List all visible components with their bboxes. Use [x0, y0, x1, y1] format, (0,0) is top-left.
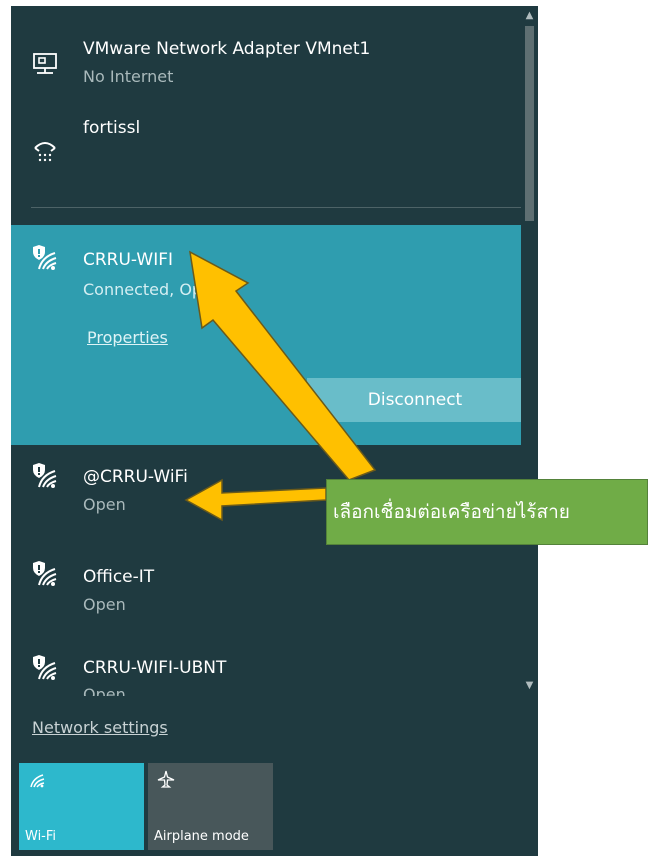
annotation-arrow-diagonal: [189, 250, 377, 481]
annotation-callout: เลือกเชื่อมต่อเครือข่ายไร้สาย: [326, 479, 648, 545]
annotation-arrows: [184, 250, 377, 522]
annotation-arrow-horizontal: [184, 478, 327, 522]
